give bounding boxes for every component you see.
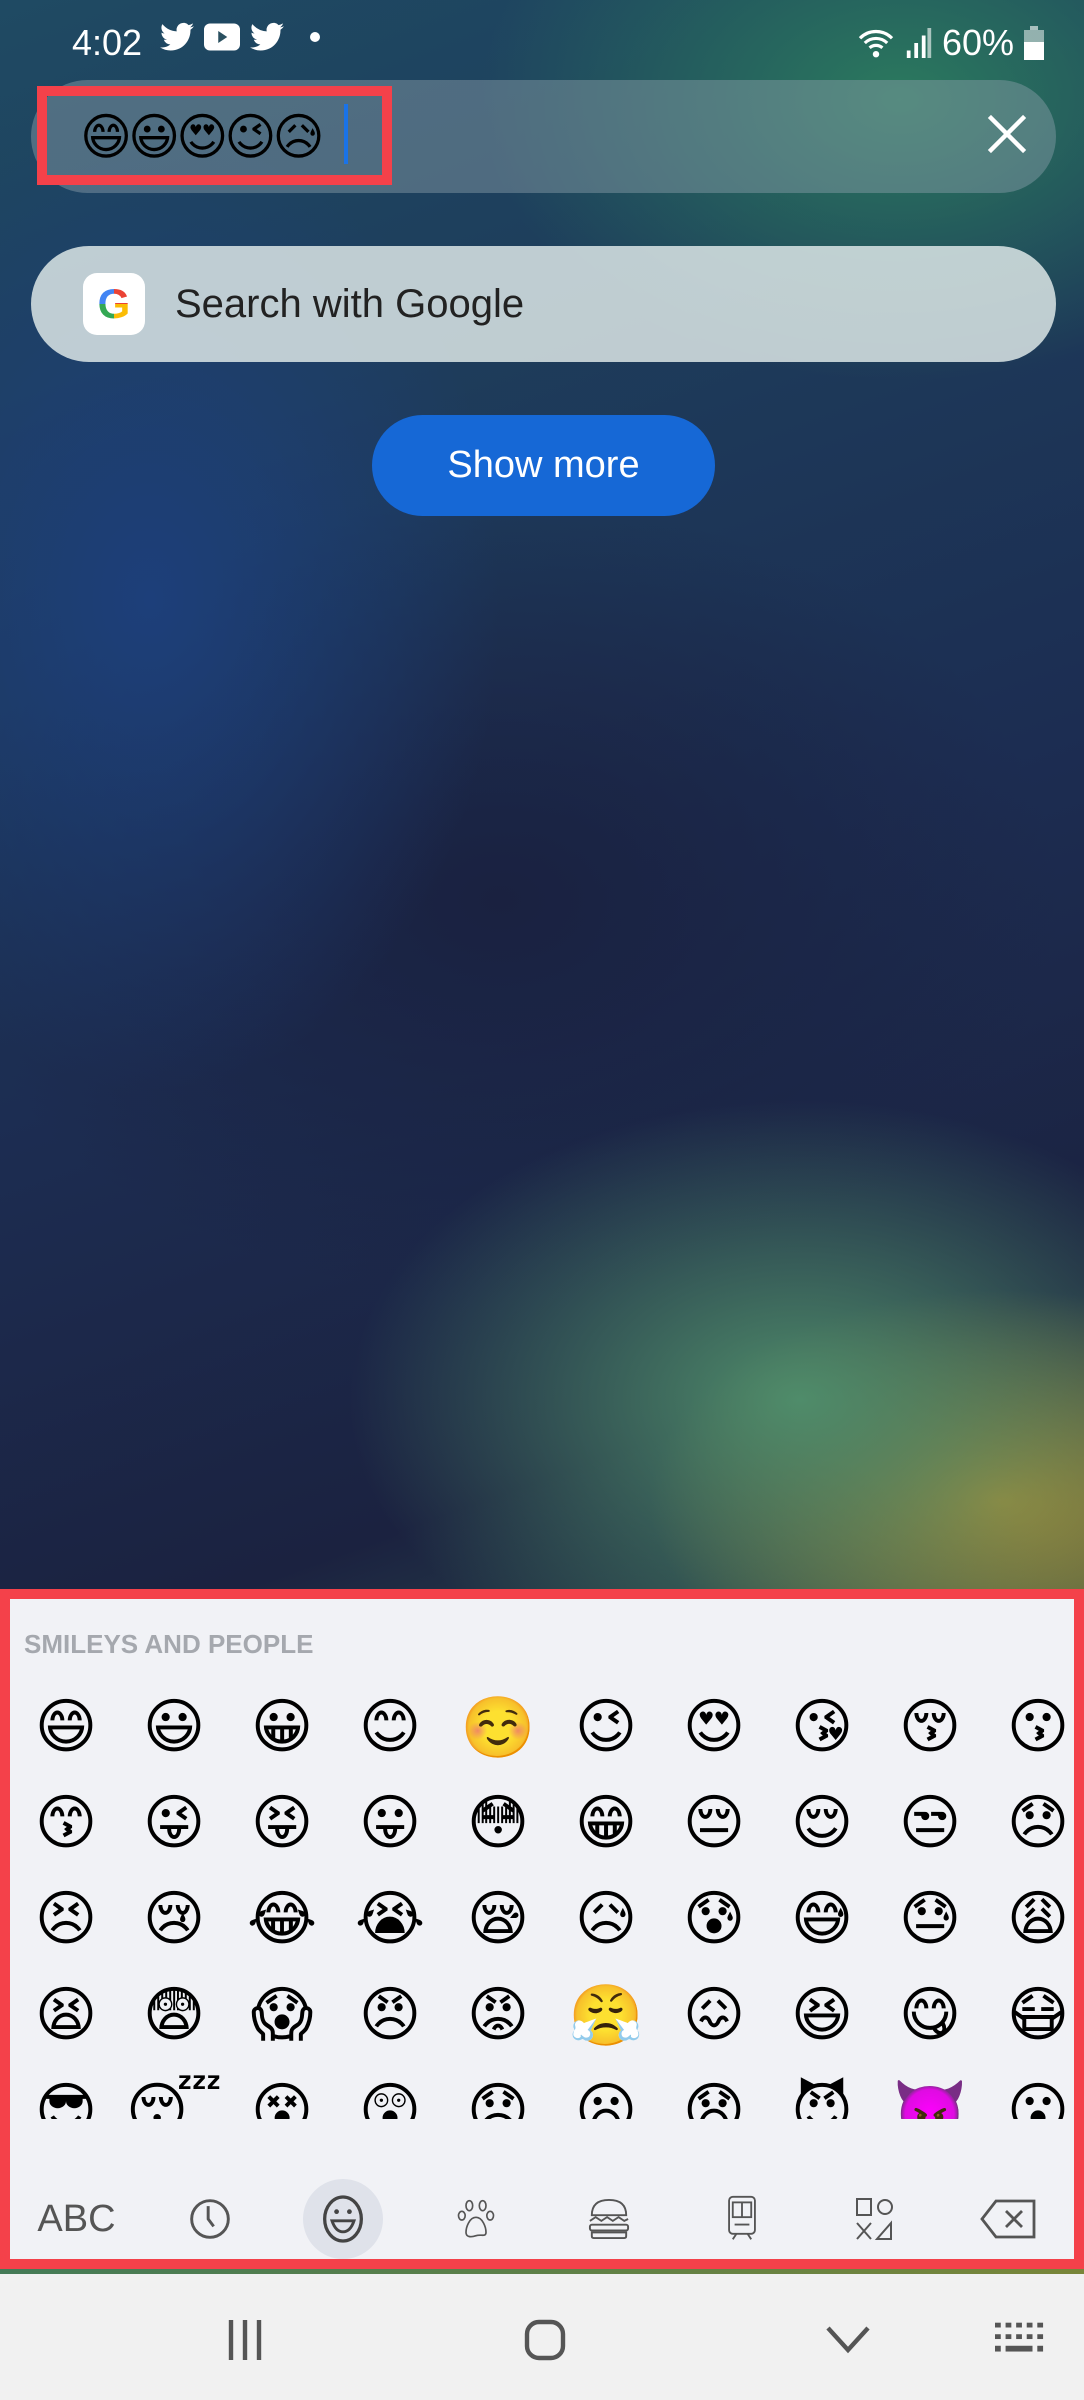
abc-button[interactable]: ABC bbox=[37, 2179, 117, 2259]
text-cursor bbox=[344, 104, 348, 164]
emoji-key[interactable]: 😜 bbox=[120, 1775, 228, 1871]
emoji-category-bar: ABC bbox=[10, 2169, 1074, 2259]
emoji-key[interactable]: 😠 bbox=[336, 1967, 444, 2063]
status-time: 4:02 bbox=[72, 22, 143, 63]
emoji-key[interactable]: 😮 bbox=[984, 2063, 1074, 2119]
emoji-key[interactable]: 😅 bbox=[768, 1871, 876, 1967]
home-button[interactable] bbox=[515, 2310, 575, 2370]
emoji-key[interactable]: 😚 bbox=[876, 1679, 984, 1775]
emoji-key[interactable]: 😎 bbox=[12, 2063, 120, 2119]
emoji-key[interactable]: 😤 bbox=[552, 1967, 660, 2063]
show-more-button[interactable]: Show more bbox=[372, 415, 715, 516]
emoji-key[interactable]: 😡 bbox=[444, 1967, 552, 2063]
emoji-key[interactable]: 😦 bbox=[552, 2063, 660, 2119]
emoji-key[interactable]: 😔 bbox=[660, 1775, 768, 1871]
recents-button[interactable] bbox=[215, 2310, 275, 2370]
emoji-key[interactable]: 😙 bbox=[12, 1775, 120, 1871]
symbols-icon[interactable] bbox=[835, 2179, 915, 2259]
emoji-key[interactable]: 😛 bbox=[336, 1775, 444, 1871]
navigation-bar bbox=[0, 2274, 1084, 2400]
emoji-section-title: SMILEYS AND PEOPLE bbox=[24, 1629, 314, 1659]
battery-percent: 60% bbox=[941, 22, 1014, 63]
close-icon[interactable] bbox=[985, 112, 1029, 156]
emoji-key[interactable]: 😧 bbox=[660, 2063, 768, 2119]
emoji-key[interactable]: 😞 bbox=[984, 1775, 1074, 1871]
emoji-key[interactable]: ☺️ bbox=[444, 1679, 552, 1775]
emoji-key[interactable]: 😉 bbox=[552, 1679, 660, 1775]
emoji-key[interactable]: 😩 bbox=[984, 1871, 1074, 1967]
emoji-key[interactable]: 😫 bbox=[12, 1967, 120, 2063]
emoji-key[interactable]: 😭 bbox=[336, 1871, 444, 1967]
search-with-google-button[interactable]: G Search with Google bbox=[31, 246, 1056, 362]
emoji-key[interactable]: 😀 bbox=[228, 1679, 336, 1775]
backspace-icon[interactable] bbox=[968, 2179, 1048, 2259]
twitter-icon bbox=[250, 22, 284, 51]
emoji-key[interactable]: 😴 bbox=[120, 2063, 228, 2119]
battery-icon bbox=[1024, 26, 1044, 60]
emoji-key[interactable]: 😳 bbox=[444, 1775, 552, 1871]
emoji-keyboard: SMILEYS AND PEOPLE 😄 😃 😀 😊 ☺️ 😉 😍 😘 😚 😗 😙 😜 😝 😛 😳 😁 😔 😌 😒 😞… bbox=[0, 1589, 1084, 2269]
emoji-key[interactable]: 😈 bbox=[768, 2063, 876, 2119]
emoji-key[interactable]: 👿 bbox=[876, 2063, 984, 2120]
signal-icon bbox=[906, 28, 932, 58]
smiley-icon[interactable] bbox=[302, 2179, 383, 2259]
emoji-key[interactable]: 😌 bbox=[768, 1775, 876, 1871]
google-logo-icon: G bbox=[83, 273, 145, 335]
emoji-key[interactable]: 😄 bbox=[12, 1679, 120, 1775]
back-button[interactable] bbox=[818, 2310, 878, 2370]
emoji-key[interactable]: 😋 bbox=[876, 1967, 984, 2063]
emoji-key[interactable]: 😥 bbox=[552, 1871, 660, 1967]
emoji-key[interactable]: 😊 bbox=[336, 1679, 444, 1775]
emoji-key[interactable]: 😣 bbox=[12, 1871, 120, 1967]
emoji-key[interactable]: 😁 bbox=[552, 1775, 660, 1871]
emoji-key[interactable]: 😷 bbox=[984, 1967, 1074, 2063]
search-with-google-label: Search with Google bbox=[175, 281, 525, 326]
emoji-key[interactable]: 😪 bbox=[444, 1871, 552, 1967]
emoji-key[interactable]: 😢 bbox=[120, 1871, 228, 1967]
emoji-key[interactable]: 😆 bbox=[768, 1967, 876, 2063]
youtube-icon bbox=[204, 23, 240, 51]
emoji-key[interactable]: 😓 bbox=[876, 1871, 984, 1967]
recent-icon[interactable] bbox=[170, 2179, 250, 2259]
paw-icon[interactable] bbox=[436, 2179, 516, 2259]
emoji-key[interactable]: 😵 bbox=[228, 2063, 336, 2119]
emoji-key[interactable]: 😗 bbox=[984, 1679, 1074, 1775]
wifi-icon bbox=[858, 29, 894, 58]
twitter-icon bbox=[160, 22, 194, 51]
search-query-text[interactable]: 😄😃😍😉😥 bbox=[80, 108, 325, 166]
emoji-key[interactable]: 😟 bbox=[444, 2063, 552, 2119]
dot-icon bbox=[310, 32, 320, 42]
emoji-grid: 😄 😃 😀 😊 ☺️ 😉 😍 😘 😚 😗 😙 😜 😝 😛 😳 😁 😔 😌 😒 😞 😣 😢 😂 😭 😪 😥 😰 😅 😓 😩 😫 😨 😱 😠 😡 😤 😖 😆 😋… bbox=[10, 1679, 1074, 2119]
emoji-key[interactable]: 😘 bbox=[768, 1679, 876, 1775]
emoji-key[interactable]: 😱 bbox=[228, 1967, 336, 2063]
emoji-key[interactable]: 😨 bbox=[120, 1967, 228, 2063]
emoji-key[interactable]: 😃 bbox=[120, 1679, 228, 1775]
emoji-key[interactable]: 😲 bbox=[336, 2063, 444, 2119]
emoji-key[interactable]: 😖 bbox=[660, 1967, 768, 2063]
burger-icon[interactable] bbox=[569, 2179, 649, 2259]
emoji-key[interactable]: 😝 bbox=[228, 1775, 336, 1871]
emoji-key[interactable]: 😒 bbox=[876, 1775, 984, 1871]
emoji-key[interactable]: 😂 bbox=[228, 1871, 336, 1967]
keyboard-switch-icon[interactable] bbox=[990, 2310, 1050, 2370]
emoji-key[interactable]: 😍 bbox=[660, 1679, 768, 1775]
emoji-key[interactable]: 😰 bbox=[660, 1871, 768, 1967]
status-bar: 4:02 60% bbox=[0, 10, 1084, 70]
train-icon[interactable] bbox=[702, 2179, 782, 2259]
